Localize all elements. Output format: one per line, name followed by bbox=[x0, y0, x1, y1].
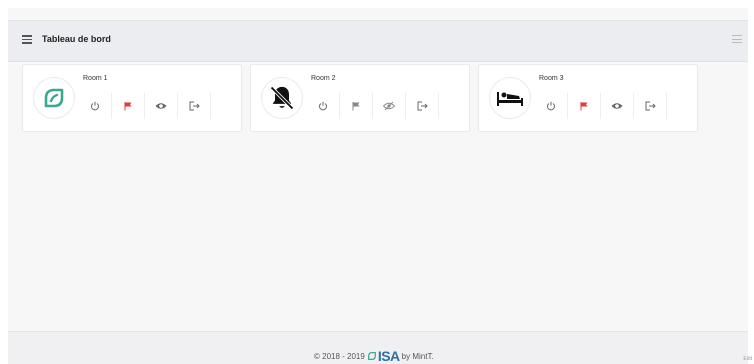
bed-icon bbox=[489, 77, 531, 119]
logout-icon bbox=[189, 101, 200, 111]
flag-icon bbox=[124, 102, 132, 111]
copyright-text: © 2018 - 2019 bbox=[314, 351, 365, 361]
top-bar: Tableau de bord bbox=[8, 20, 748, 62]
logo-leaf-icon bbox=[367, 352, 376, 360]
hamburger-menu-icon[interactable] bbox=[22, 35, 32, 45]
footer-credit: © 2018 - 2019 ISA by MintT. bbox=[314, 348, 434, 364]
power-button[interactable] bbox=[535, 93, 568, 119]
page-title: Tableau de bord bbox=[42, 34, 111, 44]
room-actions bbox=[307, 93, 439, 119]
eye-off-icon bbox=[383, 101, 395, 111]
flag-button[interactable] bbox=[568, 93, 601, 119]
power-button[interactable] bbox=[307, 93, 340, 119]
logout-button[interactable] bbox=[634, 93, 667, 119]
room-actions bbox=[79, 93, 211, 119]
footer: © 2018 - 2019 ISA by MintT. bbox=[8, 331, 748, 364]
eye-icon bbox=[155, 103, 167, 109]
options-menu-icon[interactable] bbox=[732, 35, 742, 45]
flag-button[interactable] bbox=[112, 93, 145, 119]
logout-button[interactable] bbox=[178, 93, 211, 119]
view-button[interactable] bbox=[373, 93, 406, 119]
logout-icon bbox=[645, 101, 656, 111]
logout-icon bbox=[417, 101, 428, 111]
power-icon bbox=[319, 101, 327, 111]
app-page: Tableau de bord Room 1 Room 2 Room 3 © 2… bbox=[8, 8, 748, 364]
power-button[interactable] bbox=[79, 93, 112, 119]
room-name: Room 1 bbox=[83, 75, 108, 82]
leaf-icon bbox=[33, 77, 75, 119]
credit-text: by MintT. bbox=[401, 351, 434, 361]
power-icon bbox=[91, 101, 99, 111]
view-button[interactable] bbox=[145, 93, 178, 119]
view-button[interactable] bbox=[601, 93, 634, 119]
flag-icon bbox=[580, 102, 588, 111]
corner-note: Edit bbox=[743, 356, 752, 362]
isa-logo: ISA bbox=[367, 348, 400, 364]
eye-icon bbox=[611, 103, 623, 109]
room-name: Room 2 bbox=[311, 75, 336, 82]
logout-button[interactable] bbox=[406, 93, 439, 119]
room-card-2: Room 2 bbox=[250, 64, 470, 132]
room-card-3: Room 3 bbox=[478, 64, 698, 132]
room-card-1: Room 1 bbox=[22, 64, 242, 132]
flag-button[interactable] bbox=[340, 93, 373, 119]
room-name: Room 3 bbox=[539, 75, 564, 82]
logo-text: ISA bbox=[377, 348, 400, 364]
flag-icon bbox=[352, 102, 360, 111]
room-actions bbox=[535, 93, 667, 119]
bell-off-icon bbox=[261, 77, 303, 119]
power-icon bbox=[547, 101, 555, 111]
